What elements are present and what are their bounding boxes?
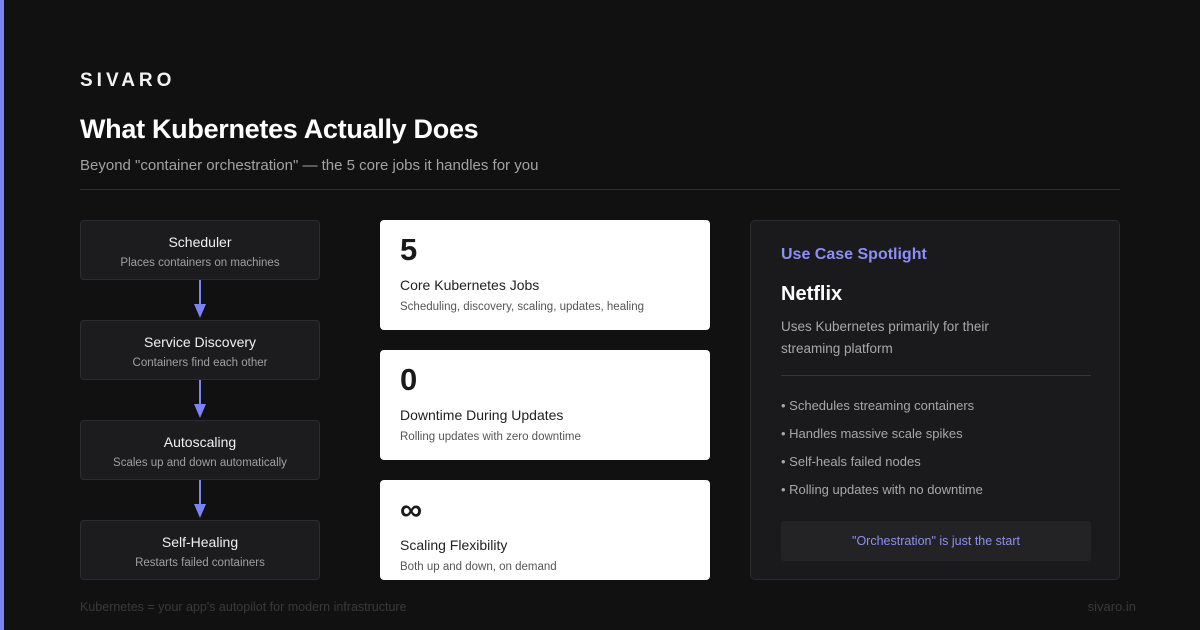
flow-step-self-healing: Self-Healing Restarts failed containers — [80, 520, 320, 580]
flow-step-desc: Scales up and down automatically — [113, 457, 287, 469]
spotlight-list: • Schedules streaming containers • Handl… — [781, 397, 983, 509]
use-case-spotlight: Use Case Spotlight Netflix Uses Kubernet… — [750, 220, 1120, 580]
spotlight-company: Netflix — [781, 283, 843, 305]
flow-step-scheduler: Scheduler Places containers on machines — [80, 220, 320, 280]
stat-value: 0 — [400, 362, 418, 397]
flow-step-desc: Places containers on machines — [120, 257, 280, 269]
stat-sub: Both up and down, on demand — [400, 561, 557, 573]
footer-tagline: Kubernetes = your app's autopilot for mo… — [80, 600, 407, 614]
spotlight-callout: "Orchestration" is just the start — [781, 521, 1091, 561]
spotlight-description: Uses Kubernetes primarily for their stre… — [781, 319, 989, 356]
stat-sub: Rolling updates with zero downtime — [400, 431, 581, 443]
accent-bar — [0, 0, 4, 630]
flow-step-name: Service Discovery — [143, 334, 257, 350]
stat-label: Downtime During Updates — [400, 407, 564, 423]
flow-step-name: Self-Healing — [161, 534, 239, 550]
spotlight-heading: Use Case Spotlight — [781, 246, 927, 263]
stat-value: ∞ — [400, 492, 423, 527]
flow-step-name: Autoscaling — [163, 434, 237, 450]
stat-value: 5 — [400, 232, 418, 267]
list-item: • Handles massive scale spikes — [781, 426, 963, 441]
stat-label: Core Kubernetes Jobs — [400, 277, 540, 293]
flow-step-desc: Restarts failed containers — [135, 557, 265, 569]
flow-step-service-discovery: Service Discovery Containers find each o… — [80, 320, 320, 380]
arrow-down-icon — [194, 480, 206, 520]
stat-card-core-jobs: 5 Core Kubernetes Jobs Scheduling, disco… — [380, 220, 710, 330]
brand-logo: SIVARO — [80, 70, 176, 91]
flow-step-name: Scheduler — [168, 234, 232, 250]
list-item: • Self-heals failed nodes — [781, 454, 921, 469]
stat-label: Scaling Flexibility — [400, 537, 508, 553]
footer-site-link[interactable]: sivaro.in — [1088, 599, 1136, 614]
arrow-down-icon — [194, 280, 206, 320]
flow-step-autoscaling: Autoscaling Scales up and down automatic… — [80, 420, 320, 480]
stat-card-downtime: 0 Downtime During Updates Rolling update… — [380, 350, 710, 460]
flow-step-desc: Containers find each other — [132, 357, 268, 369]
header-divider — [80, 189, 1120, 190]
list-item: • Schedules streaming containers — [781, 398, 975, 413]
list-item: • Rolling updates with no downtime — [781, 482, 983, 497]
stat-card-scaling: ∞ Scaling Flexibility Both up and down, … — [380, 480, 710, 580]
page-subtitle: Beyond "container orchestration" — the 5… — [80, 157, 539, 174]
page-title: What Kubernetes Actually Does — [80, 114, 479, 144]
arrow-down-icon — [194, 380, 206, 420]
stat-sub: Scheduling, discovery, scaling, updates,… — [400, 301, 644, 313]
spotlight-divider — [781, 375, 1091, 376]
